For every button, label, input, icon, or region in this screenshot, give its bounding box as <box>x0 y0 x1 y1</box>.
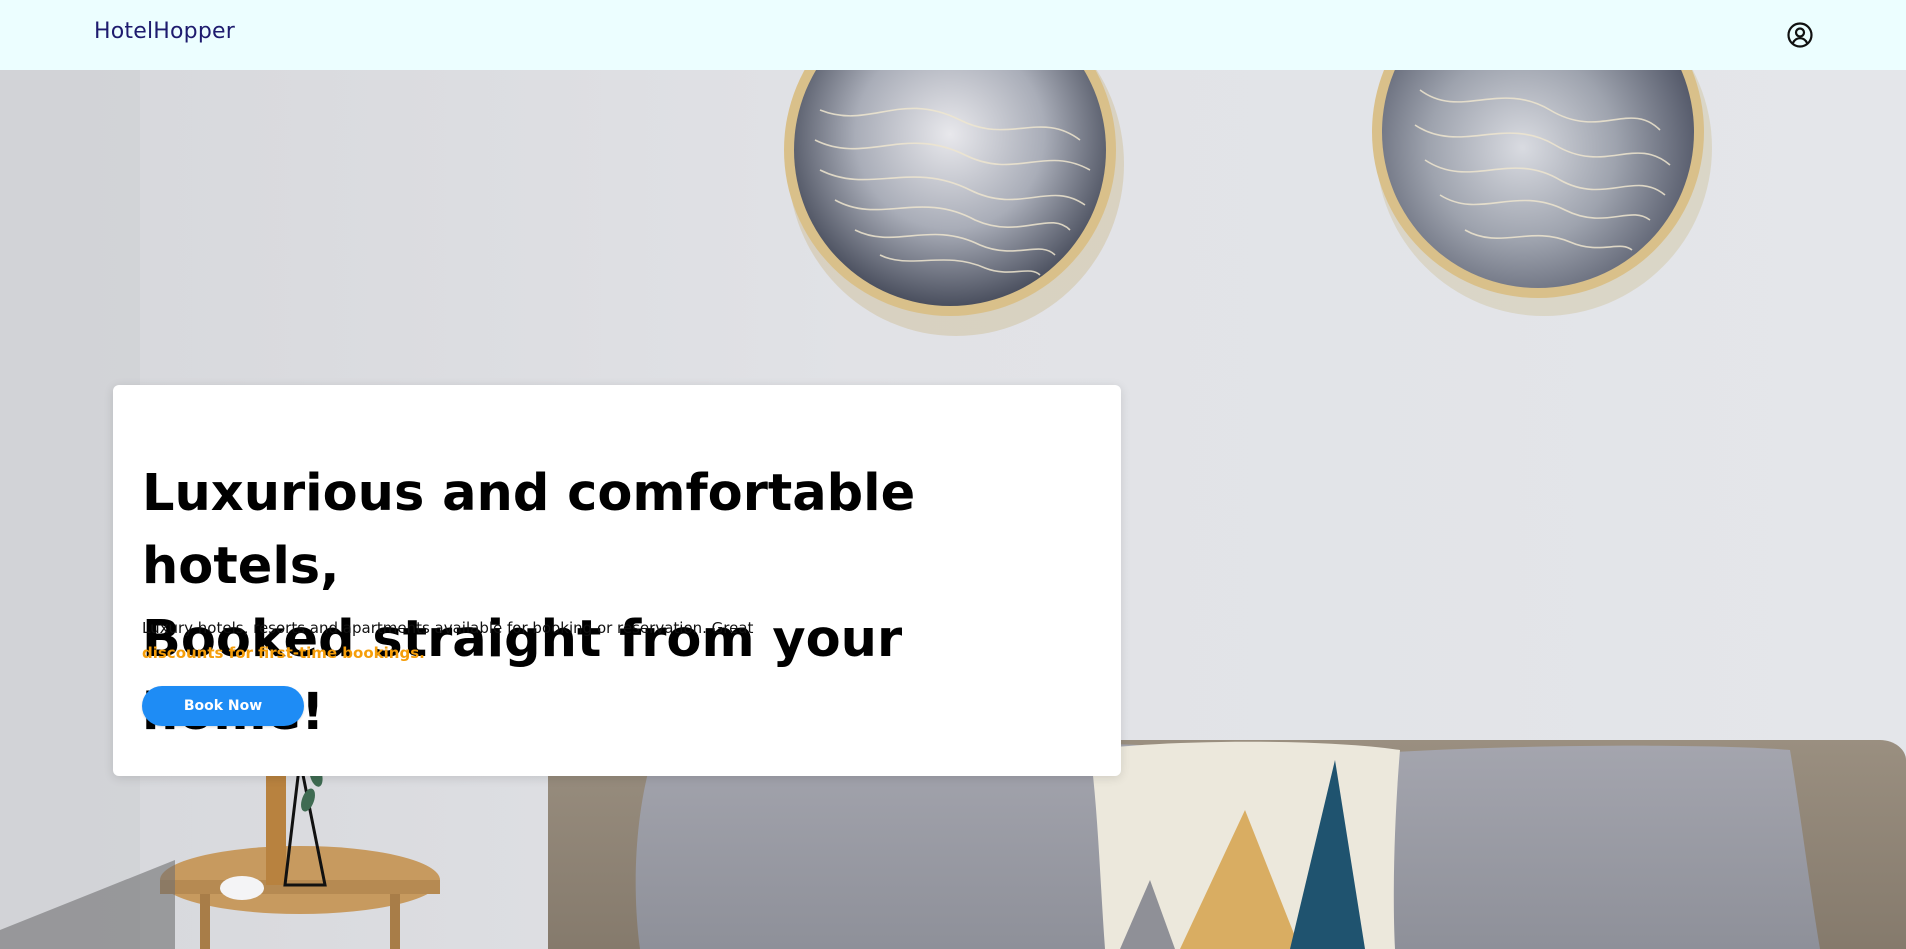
hero-discount-highlight: discounts for first-time bookings. <box>142 644 425 662</box>
hero-description: Luxury hotels, resorts and apartments av… <box>142 616 762 666</box>
hero-description-text: Luxury hotels, resorts and apartments av… <box>142 619 754 637</box>
hero-headline-line1: Luxurious and comfortable hotels, <box>142 464 916 596</box>
brand-logo-text[interactable]: HotelHopper <box>94 19 235 44</box>
user-circle-icon <box>1787 22 1813 48</box>
hero-section: Luxurious and comfortable hotels, Booked… <box>0 70 1906 949</box>
profile-button[interactable] <box>1786 21 1814 49</box>
hero-card: Luxurious and comfortable hotels, Booked… <box>113 385 1121 776</box>
book-now-button[interactable]: Book Now <box>142 686 304 726</box>
top-navbar: HotelHopper <box>0 0 1906 70</box>
